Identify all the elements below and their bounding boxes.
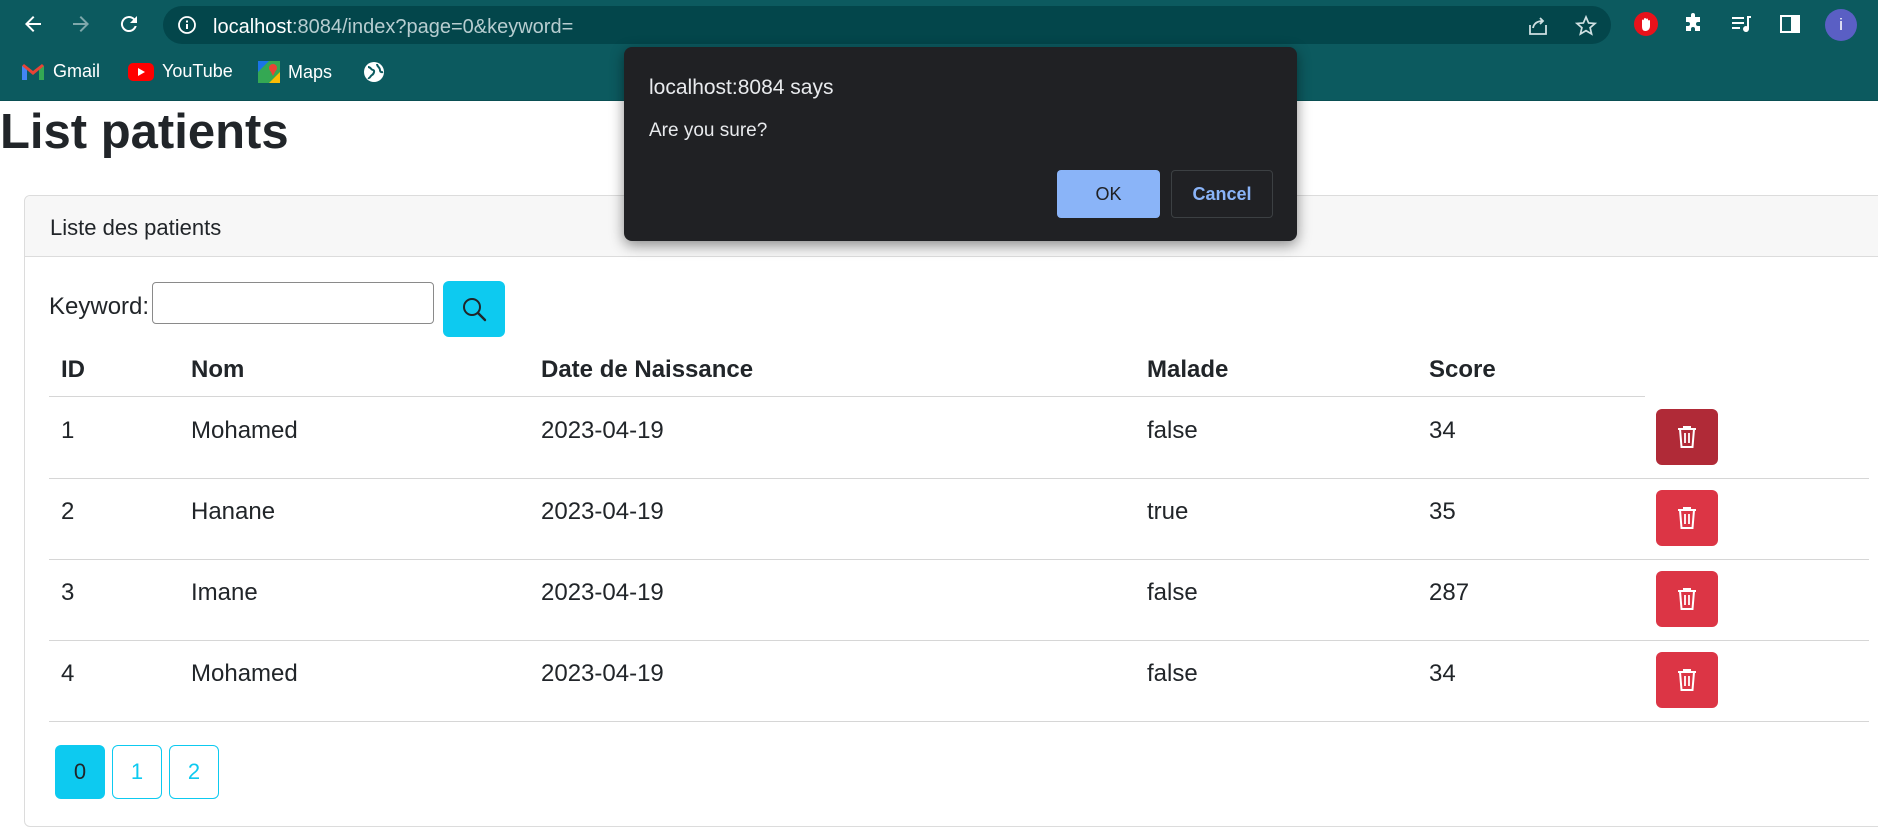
globe-icon	[364, 62, 384, 82]
dialog-title: localhost:8084 says	[649, 76, 834, 99]
delete-button[interactable]	[1656, 652, 1718, 708]
header-nom: Nom	[191, 356, 245, 383]
cell-date: 2023-04-19	[541, 498, 664, 525]
header-date: Date de Naissance	[541, 356, 754, 383]
delete-button[interactable]	[1656, 490, 1718, 546]
cell-nom: Hanane	[191, 498, 276, 525]
trash-icon	[1678, 426, 1696, 448]
cell-malade: false	[1147, 579, 1198, 606]
browser-toolbar: localhost:8084/index?page=0&keyword= i	[0, 0, 1878, 48]
search-button[interactable]	[443, 281, 505, 337]
cell-nom: Mohamed	[191, 417, 298, 444]
share-icon[interactable]	[1526, 14, 1550, 38]
trash-icon	[1678, 507, 1696, 529]
cell-id: 1	[61, 417, 75, 444]
page-button-0[interactable]: 0	[55, 745, 105, 799]
table-row: 2 Hanane 2023-04-19 true 35	[49, 478, 1869, 560]
trash-icon	[1678, 588, 1696, 610]
gmail-icon	[22, 63, 44, 80]
bookmark-gmail[interactable]: Gmail	[21, 61, 100, 82]
url-text: localhost:8084/index?page=0&keyword=	[213, 16, 573, 39]
bookmark-youtube[interactable]: YouTube	[128, 61, 233, 82]
table-row: 1 Mohamed 2023-04-19 false 34	[49, 397, 1869, 479]
cell-score: 35	[1429, 498, 1456, 525]
cell-nom: Imane	[191, 579, 258, 606]
youtube-icon	[128, 62, 154, 81]
bookmark-label: Gmail	[53, 61, 101, 81]
address-bar[interactable]: localhost:8084/index?page=0&keyword=	[163, 6, 1611, 44]
forward-arrow-icon[interactable]	[67, 10, 95, 38]
bookmark-label: YouTube	[162, 61, 233, 81]
cell-score: 34	[1429, 660, 1456, 687]
confirm-dialog: localhost:8084 says Are you sure? OK Can…	[624, 47, 1297, 241]
ok-button[interactable]: OK	[1057, 170, 1160, 218]
page-title: List patients	[0, 105, 289, 159]
back-arrow-icon[interactable]	[19, 10, 47, 38]
header-malade: Malade	[1147, 356, 1229, 383]
keyword-input[interactable]	[152, 282, 434, 324]
bookmark-star-icon[interactable]	[1574, 14, 1598, 38]
table-row: 4 Mohamed 2023-04-19 false 34	[49, 640, 1869, 722]
cancel-button[interactable]: Cancel	[1171, 170, 1273, 218]
cell-id: 2	[61, 498, 75, 525]
side-panel-icon[interactable]	[1776, 10, 1804, 38]
cell-id: 3	[61, 579, 75, 606]
cell-date: 2023-04-19	[541, 417, 664, 444]
reading-list-icon[interactable]	[1728, 10, 1756, 38]
header-id: ID	[61, 356, 85, 383]
url-path: :8084/index?page=0&keyword=	[291, 16, 574, 38]
trash-icon	[1678, 669, 1696, 691]
cell-date: 2023-04-19	[541, 579, 664, 606]
page-button-2[interactable]: 2	[169, 745, 219, 799]
bookmark-globe[interactable]	[363, 61, 385, 83]
cell-malade: true	[1147, 498, 1189, 525]
bookmark-label: Maps	[288, 61, 333, 82]
cell-nom: Mohamed	[191, 660, 298, 687]
maps-icon	[258, 61, 280, 83]
bookmark-maps[interactable]: Maps	[258, 61, 332, 83]
reload-icon[interactable]	[115, 10, 143, 38]
cell-malade: false	[1147, 660, 1198, 687]
delete-button[interactable]	[1656, 571, 1718, 627]
profile-avatar[interactable]: i	[1825, 9, 1857, 41]
extensions-puzzle-icon[interactable]	[1680, 10, 1708, 38]
page-button-1[interactable]: 1	[112, 745, 162, 799]
card-title: Liste des patients	[50, 215, 222, 240]
cell-malade: false	[1147, 417, 1198, 444]
cell-id: 4	[61, 660, 75, 687]
cell-score: 287	[1429, 579, 1470, 606]
table-row: 3 Imane 2023-04-19 false 287	[49, 559, 1869, 641]
search-icon	[463, 298, 487, 322]
keyword-label: Keyword:	[49, 293, 150, 320]
stop-hand-extension-icon[interactable]	[1632, 10, 1660, 38]
url-host: localhost	[213, 16, 292, 38]
delete-button[interactable]	[1656, 409, 1718, 465]
cell-score: 34	[1429, 417, 1456, 444]
header-score: Score	[1429, 356, 1496, 383]
dialog-message: Are you sure?	[649, 120, 768, 141]
cell-date: 2023-04-19	[541, 660, 664, 687]
site-info-icon[interactable]	[177, 15, 197, 40]
